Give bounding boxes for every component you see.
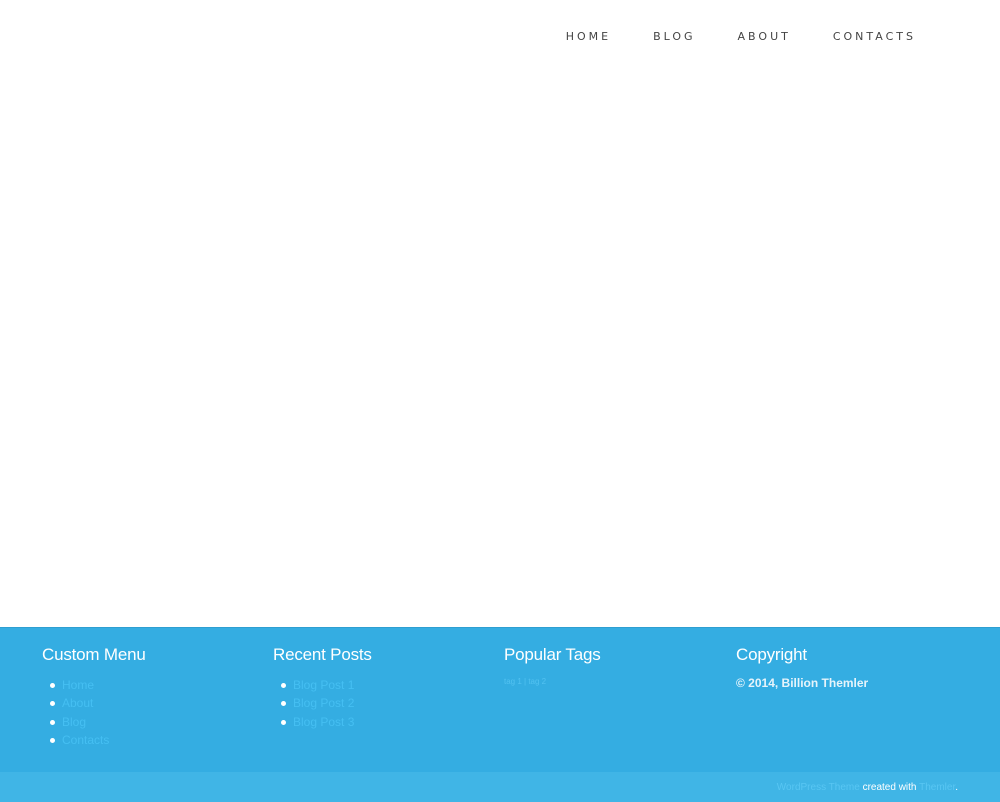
nav-contacts[interactable]: CONTACTS [812, 30, 916, 44]
custom-menu-link-about[interactable]: About [62, 696, 93, 710]
list-item: About [42, 694, 262, 712]
copyright-title: Copyright [736, 645, 807, 664]
tag-cloud: tag 1 | tag 2 [504, 676, 724, 688]
footer-custom-menu: Custom Menu Home About Blog Contacts [42, 645, 262, 749]
recent-post-link[interactable]: Blog Post 2 [293, 696, 354, 710]
custom-menu-link-contacts[interactable]: Contacts [62, 733, 109, 747]
custom-menu-list: Home About Blog Contacts [42, 676, 262, 749]
footer-copyright: Copyright © 2014, Billion Themler [736, 645, 956, 690]
copyright-text: © 2014, Billion Themler [736, 676, 869, 690]
custom-menu-link-home[interactable]: Home [62, 678, 94, 692]
recent-post-link[interactable]: Blog Post 1 [293, 678, 354, 692]
credits-suffix: . [955, 782, 958, 793]
main-content-area [0, 75, 1000, 627]
list-item: Blog [42, 713, 262, 731]
tag-link[interactable]: tag 2 [528, 677, 546, 686]
footer-popular-tags: Popular Tags tag 1 | tag 2 [504, 645, 724, 688]
created-with-text: created with [859, 782, 920, 793]
list-item: Blog Post 2 [273, 694, 493, 712]
nav-home[interactable]: HOME [545, 30, 632, 44]
themler-link[interactable]: Themler [919, 782, 955, 793]
theme-link[interactable]: WordPress Theme [777, 782, 860, 793]
recent-posts-title: Recent Posts [273, 645, 372, 664]
recent-post-link[interactable]: Blog Post 3 [293, 715, 354, 729]
footer-bottom-bar: WordPress Theme created with Themler. [0, 772, 1000, 802]
list-item: Blog Post 3 [273, 713, 493, 731]
credits: WordPress Theme created with Themler. [777, 782, 958, 794]
recent-posts-list: Blog Post 1 Blog Post 2 Blog Post 3 [273, 676, 493, 731]
nav-about[interactable]: ABOUT [717, 30, 812, 44]
footer-recent-posts: Recent Posts Blog Post 1 Blog Post 2 Blo… [273, 645, 493, 731]
nav-blog[interactable]: BLOG [632, 30, 716, 44]
list-item: Blog Post 1 [273, 676, 493, 694]
custom-menu-title: Custom Menu [42, 645, 146, 664]
site-footer: Custom Menu Home About Blog Contacts Rec… [0, 627, 1000, 772]
custom-menu-link-blog[interactable]: Blog [62, 715, 86, 729]
list-item: Contacts [42, 731, 262, 749]
main-nav: HOME BLOG ABOUT CONTACTS [545, 30, 916, 44]
tag-link[interactable]: tag 1 [504, 677, 522, 686]
popular-tags-title: Popular Tags [504, 645, 601, 664]
site-header: HOME BLOG ABOUT CONTACTS [0, 0, 1000, 75]
list-item: Home [42, 676, 262, 694]
